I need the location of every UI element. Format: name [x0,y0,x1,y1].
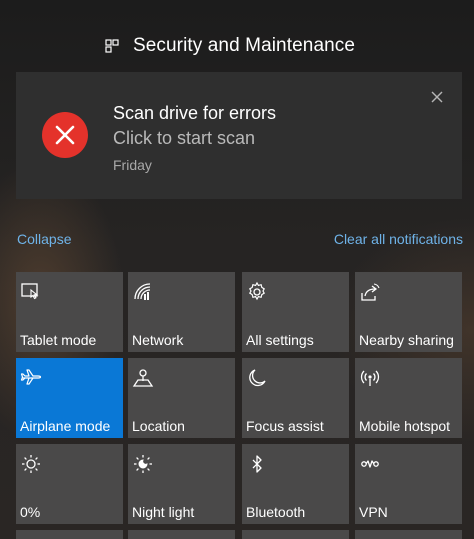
tile-label: Location [132,418,185,434]
tile-label: Mobile hotspot [359,418,451,434]
tile-label: Tablet mode [20,332,97,348]
collapse-link[interactable]: Collapse [17,231,71,247]
tile-partial[interactable] [128,530,235,539]
tile-label: All settings [246,332,314,348]
night-light-icon [134,455,152,473]
notification-title: Scan drive for errors [113,103,277,123]
tile-label: Focus assist [246,418,324,434]
tile-label: Airplane mode [20,418,111,434]
airplane-icon [20,369,42,385]
tile-partial[interactable] [242,530,349,539]
bluetooth-icon [252,455,262,473]
notification-group-header: Security and Maintenance [0,24,474,68]
tile-location[interactable]: Location [128,358,235,438]
moon-icon [249,369,266,387]
close-icon[interactable] [430,90,444,104]
nearby-sharing-icon [361,283,380,301]
tile-label: Bluetooth [246,504,306,520]
action-center-links: Collapse Clear all notifications [17,231,463,251]
tile-label: Nearby sharing [359,332,454,348]
brightness-icon [22,455,40,473]
gear-icon [248,281,266,301]
tile-label: Network [132,332,184,348]
error-x-icon [42,112,88,158]
hotspot-icon [360,370,380,386]
tile-tablet-mode[interactable]: Tablet mode [16,272,123,352]
tile-partial[interactable] [355,530,462,539]
notification-time: Friday [113,157,152,173]
tile-all-settings[interactable]: All settings [242,272,349,352]
tile-bluetooth[interactable]: Bluetooth [242,444,349,524]
location-icon [132,369,154,387]
tile-focus-assist[interactable]: Focus assist [242,358,349,438]
tile-partial[interactable] [16,530,123,539]
windows-flag-icon [105,39,119,53]
notification-card[interactable]: Scan drive for errors Click to start sca… [16,72,462,199]
tile-brightness[interactable]: 0% [16,444,123,524]
tile-mobile-hotspot[interactable]: Mobile hotspot [355,358,462,438]
tile-label: Night light [132,504,195,520]
network-icon [134,283,151,300]
tile-nearby-sharing[interactable]: Nearby sharing [355,272,462,352]
tile-night-light[interactable]: Night light [128,444,235,524]
clear-all-notifications-link[interactable]: Clear all notifications [334,231,463,247]
tile-airplane-mode[interactable]: Airplane mode [16,358,123,438]
tile-network[interactable]: Network [128,272,235,352]
vpn-icon [361,460,379,468]
tile-label: 0% [20,504,41,520]
notification-body: Click to start scan [113,128,256,148]
app-title: Security and Maintenance [132,35,356,56]
tile-label: VPN [359,504,388,520]
tablet-mode-icon [21,283,39,300]
tile-vpn[interactable]: VPN [355,444,462,524]
